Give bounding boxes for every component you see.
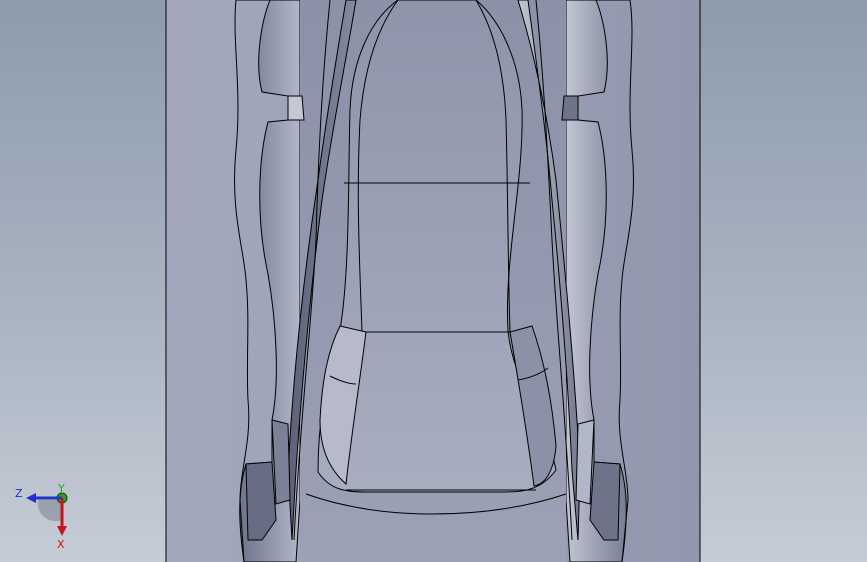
right-wall-notch [561, 95, 579, 121]
graphics-viewport[interactable]: Z Y X [0, 0, 867, 562]
left-wall-notch [287, 95, 305, 121]
z-axis-label: Z [15, 487, 23, 500]
x-axis-arrow [57, 526, 67, 536]
y-axis-label: Y [57, 482, 65, 495]
x-axis-label: X [57, 538, 65, 551]
triad-base-shadow [37, 500, 62, 522]
z-axis-arrow [26, 493, 36, 503]
view-orientation-triad: Z Y X [15, 482, 68, 551]
mold-cavity-model[interactable] [0, 0, 867, 562]
